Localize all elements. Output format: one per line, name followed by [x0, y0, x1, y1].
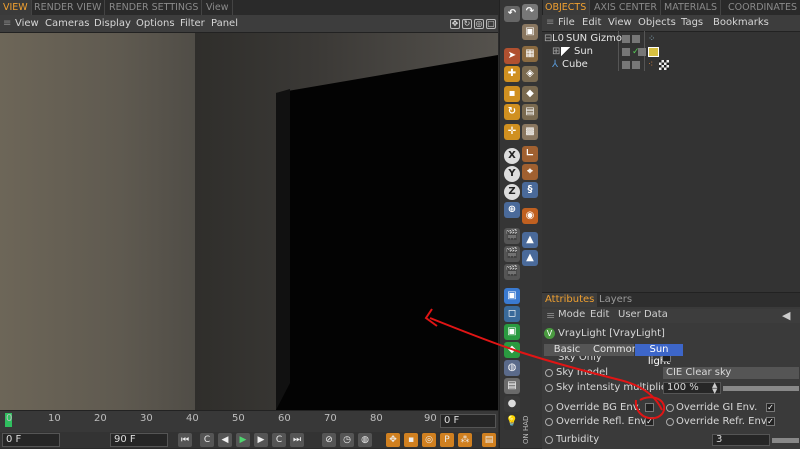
annotation-overlay: [424, 308, 666, 420]
annotation-arrow-line: [429, 317, 663, 411]
annotation-arrow-head: [424, 308, 438, 327]
